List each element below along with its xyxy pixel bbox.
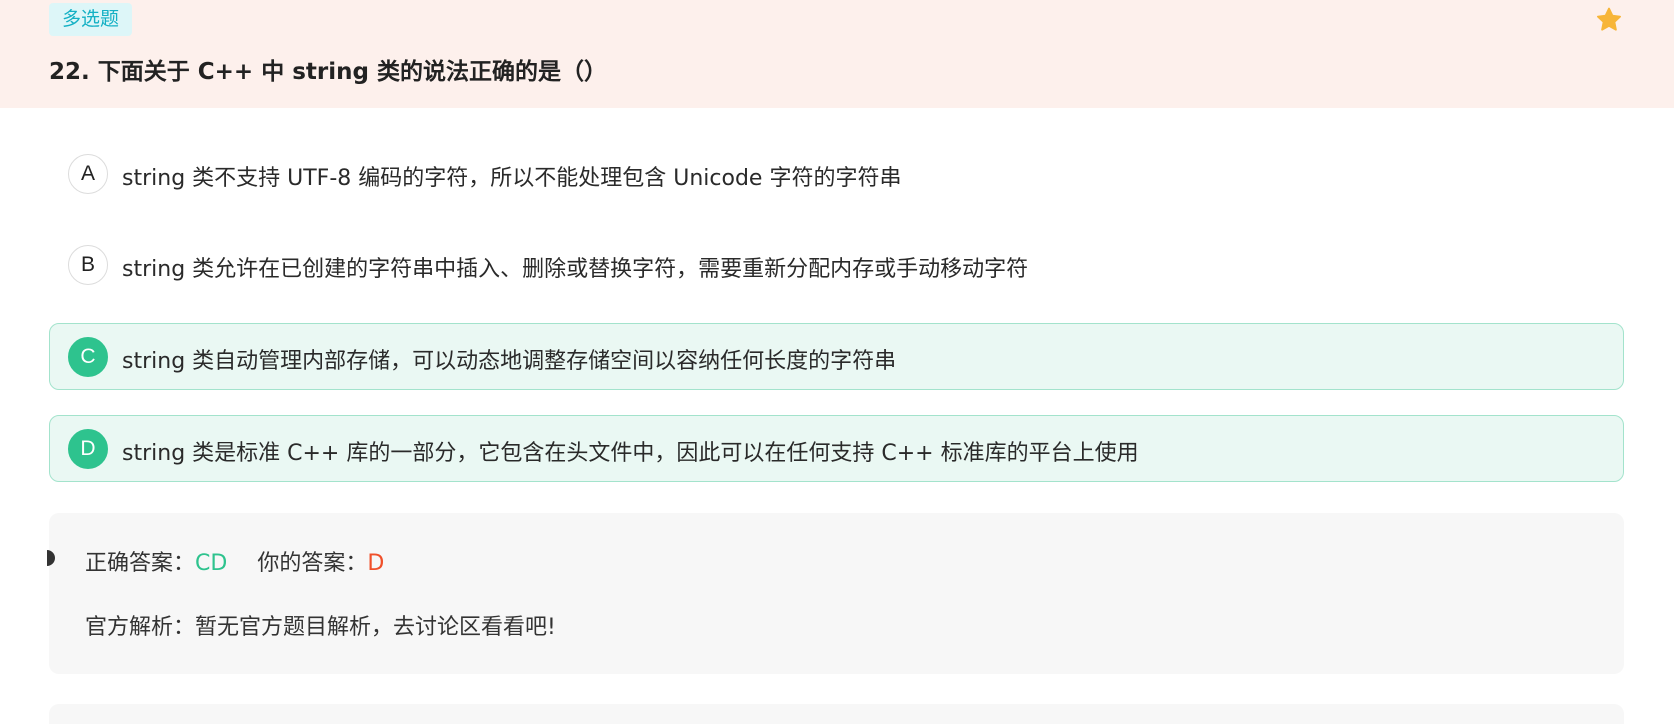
- option-c[interactable]: C string 类自动管理内部存储，可以动态地调整存储空间以容纳任何长度的字符…: [49, 323, 1624, 390]
- star-icon[interactable]: [1595, 6, 1623, 34]
- correct-answer-value: CD: [195, 551, 228, 576]
- correct-answer-label: 正确答案：: [85, 551, 196, 576]
- answer-marker: [47, 550, 55, 566]
- option-text: string 类是标准 C++ 库的一部分，它包含在头文件中，因此可以在任何支持…: [122, 441, 1139, 466]
- answer-panel: 正确答案：CD 你的答案：D 官方解析：暂无官方题目解析，去讨论区看看吧!: [47, 513, 1624, 674]
- option-letter: D: [68, 429, 108, 469]
- answer-line: 正确答案：CD 你的答案：D: [85, 545, 384, 577]
- your-answer-value: D: [367, 551, 385, 576]
- option-text: string 类自动管理内部存储，可以动态地调整存储空间以容纳任何长度的字符串: [122, 349, 897, 374]
- option-b[interactable]: B string 类允许在已创建的字符串中插入、删除或替换字符，需要重新分配内存…: [49, 231, 1624, 298]
- option-text: string 类允许在已创建的字符串中插入、删除或替换字符，需要重新分配内存或手…: [122, 257, 1029, 282]
- option-d[interactable]: D string 类是标准 C++ 库的一部分，它包含在头文件中，因此可以在任何…: [49, 415, 1624, 482]
- option-text: string 类不支持 UTF-8 编码的字符，所以不能处理包含 Unicode…: [122, 166, 902, 191]
- option-letter: B: [68, 245, 108, 285]
- option-a[interactable]: A string 类不支持 UTF-8 编码的字符，所以不能处理包含 Unico…: [49, 140, 1624, 207]
- question-header: 多选题 22. 下面关于 C++ 中 string 类的说法正确的是（）: [0, 0, 1674, 108]
- question-title: 22. 下面关于 C++ 中 string 类的说法正确的是（）: [49, 59, 607, 85]
- question-type-tag: 多选题: [49, 3, 133, 36]
- option-letter: C: [68, 337, 108, 377]
- option-letter: A: [68, 154, 108, 194]
- your-answer-label: 你的答案：: [257, 551, 368, 576]
- official-analysis: 官方解析：暂无官方题目解析，去讨论区看看吧!: [85, 615, 556, 640]
- next-card: [49, 704, 1624, 724]
